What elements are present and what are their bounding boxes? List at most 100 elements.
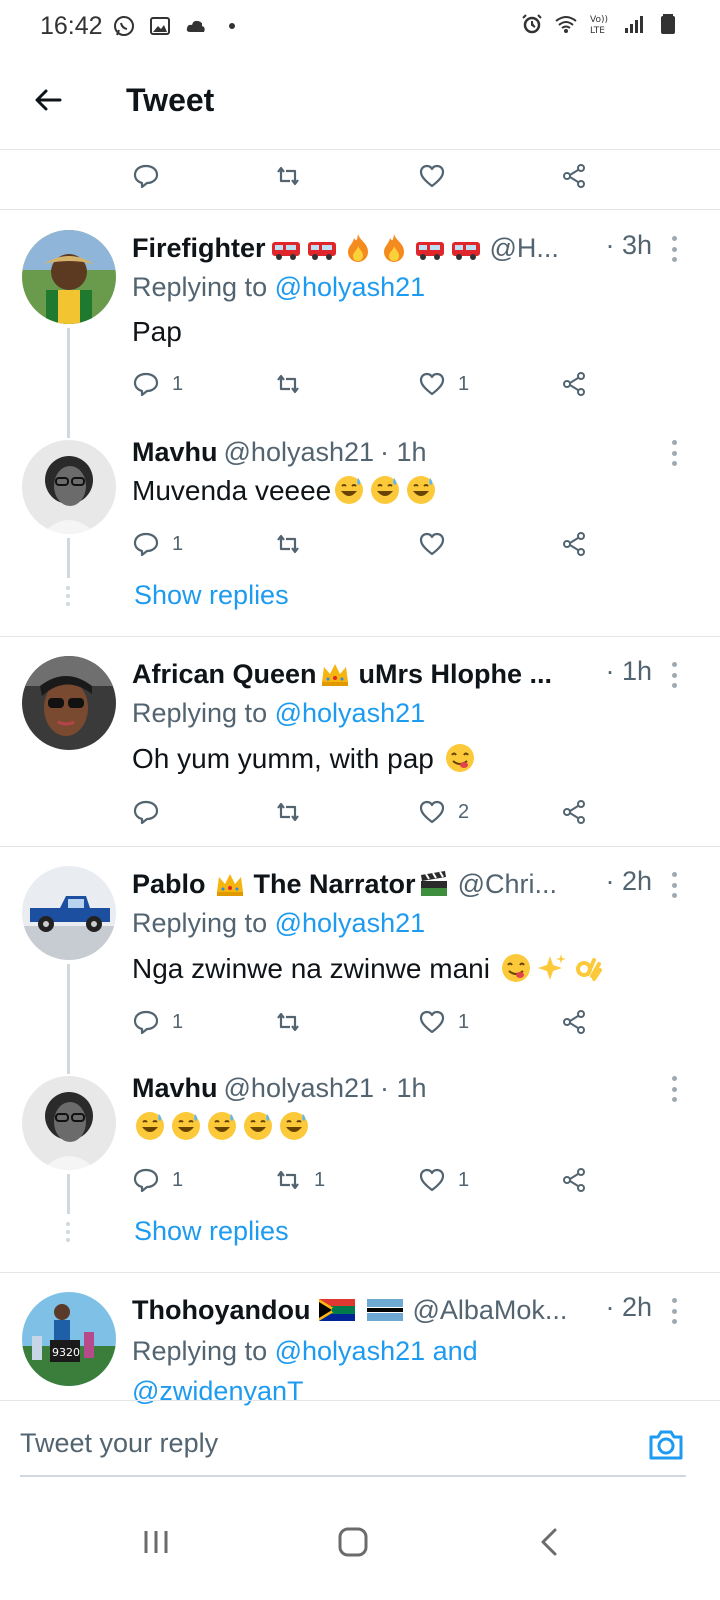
avatar-mavhu[interactable] bbox=[22, 440, 116, 534]
more-options-button[interactable] bbox=[664, 870, 684, 900]
avatar-pablo[interactable] bbox=[22, 866, 116, 960]
divider bbox=[0, 846, 720, 847]
share-button[interactable] bbox=[560, 792, 588, 832]
tweet-text: Pap bbox=[132, 316, 182, 347]
tweet-header: Firefighter @H... bbox=[132, 230, 602, 266]
more-dots-icon bbox=[671, 236, 677, 241]
retweet-button[interactable] bbox=[274, 364, 314, 404]
recent-apps-icon bbox=[144, 1531, 168, 1553]
reply-button[interactable] bbox=[132, 156, 160, 196]
avatar-firefighter[interactable] bbox=[22, 230, 116, 324]
replying-to: Replying to @holyash21 bbox=[132, 908, 426, 938]
alarm-icon bbox=[522, 14, 542, 34]
replies-feed[interactable]: Firefighter @H... · 3h Replying to @holy… bbox=[0, 150, 720, 1428]
more-options-button[interactable] bbox=[664, 438, 684, 468]
like-button[interactable] bbox=[418, 524, 458, 564]
like-button[interactable]: 1 bbox=[418, 1002, 469, 1042]
retweet-icon bbox=[277, 166, 299, 186]
like-button[interactable]: 1 bbox=[418, 364, 469, 404]
reply-button[interactable]: 1 bbox=[132, 1002, 183, 1042]
mention-link[interactable]: @holyash21 bbox=[275, 908, 426, 938]
heart-icon bbox=[419, 164, 445, 188]
mention-link[interactable]: @holyash21 and bbox=[275, 1336, 478, 1366]
tweet-text: Nga zwinwe na zwinwe mani bbox=[132, 952, 606, 985]
reply-button[interactable]: 1 bbox=[132, 1160, 183, 1200]
camera-icon bbox=[649, 1430, 683, 1460]
reply-button[interactable]: 1 bbox=[132, 364, 183, 404]
avatar-african-queen[interactable] bbox=[22, 656, 116, 750]
tweet-author-name[interactable]: Thohoyandou bbox=[132, 1295, 310, 1326]
back-button[interactable] bbox=[28, 80, 68, 120]
avatar-thohoyandou[interactable]: 9320 bbox=[22, 1292, 116, 1386]
more-options-button[interactable] bbox=[664, 234, 684, 264]
retweet-button[interactable] bbox=[274, 792, 314, 832]
heart-icon bbox=[419, 800, 445, 824]
thread-line bbox=[67, 964, 70, 1074]
home-button[interactable] bbox=[323, 1512, 383, 1572]
like-button[interactable]: 2 bbox=[418, 792, 469, 832]
tweet-text bbox=[132, 1110, 312, 1143]
mention-link[interactable]: @holyash21 bbox=[275, 272, 426, 302]
share-button[interactable] bbox=[560, 1002, 588, 1042]
more-dots-icon bbox=[671, 662, 677, 667]
reply-button[interactable]: 1 bbox=[132, 524, 183, 564]
share-icon bbox=[563, 372, 585, 396]
retweet-button[interactable] bbox=[274, 524, 314, 564]
replying-to: Replying to @holyash21 and bbox=[132, 1336, 478, 1366]
share-button[interactable] bbox=[560, 156, 588, 196]
top-app-bar: Tweet bbox=[0, 56, 720, 150]
recent-apps-button[interactable] bbox=[126, 1512, 186, 1572]
gallery-icon bbox=[150, 17, 170, 35]
camera-button[interactable] bbox=[646, 1425, 686, 1465]
retweet-button[interactable] bbox=[274, 156, 302, 196]
status-bar: 16:42 Vo)) LTE bbox=[0, 0, 720, 56]
tweet-author-name[interactable]: Mavhu bbox=[132, 1073, 218, 1104]
tweet-author-handle: @Chri... bbox=[457, 868, 557, 899]
replying-to: Replying to @holyash21 bbox=[132, 698, 426, 728]
like-button[interactable]: 1 bbox=[418, 1160, 469, 1200]
mention-link[interactable]: @holyash21 bbox=[275, 698, 426, 728]
like-button[interactable] bbox=[418, 156, 446, 196]
chevron-left-icon bbox=[541, 1528, 557, 1556]
tweet-header: Thohoyandou @AlbaMok... bbox=[132, 1292, 602, 1328]
more-dots-icon bbox=[671, 872, 677, 877]
avatar-mavhu[interactable] bbox=[22, 1076, 116, 1170]
share-icon bbox=[563, 1168, 585, 1192]
show-replies-link[interactable]: Show replies bbox=[134, 580, 289, 611]
author-emojis bbox=[268, 232, 484, 265]
sweat-smile-emoji bbox=[335, 476, 364, 504]
ok-hand-emoji bbox=[575, 958, 602, 981]
reply-count: 1 bbox=[172, 372, 184, 395]
tweet-author-name[interactable]: Mavhu bbox=[132, 437, 218, 468]
show-replies-link[interactable]: Show replies bbox=[134, 1216, 289, 1247]
cloud-icon bbox=[186, 20, 205, 32]
retweet-button[interactable] bbox=[274, 1002, 314, 1042]
arrow-left-icon bbox=[35, 89, 62, 111]
retweet-icon bbox=[277, 1170, 299, 1190]
share-button[interactable] bbox=[560, 1160, 588, 1200]
tweet-author-name[interactable]: Pablo bbox=[132, 869, 206, 900]
more-options-button[interactable] bbox=[664, 1074, 684, 1104]
tweet-author-name[interactable]: African Queen bbox=[132, 659, 317, 690]
fire-engine-emoji bbox=[307, 241, 336, 260]
more-options-button[interactable] bbox=[664, 660, 684, 690]
tweet-actions: 1 bbox=[132, 524, 612, 564]
more-options-button[interactable] bbox=[664, 1296, 684, 1326]
sweat-smile-emoji bbox=[172, 1112, 200, 1140]
reply-button[interactable] bbox=[132, 792, 172, 832]
heart-icon bbox=[419, 372, 445, 396]
reply-icon bbox=[133, 372, 159, 397]
retweet-button[interactable]: 1 bbox=[274, 1160, 325, 1200]
tweet-author-name[interactable]: Firefighter bbox=[132, 233, 266, 264]
main-tweet-actions bbox=[132, 156, 612, 196]
nav-back-button[interactable] bbox=[520, 1512, 580, 1572]
share-icon bbox=[563, 164, 585, 188]
more-dots-icon bbox=[671, 1076, 677, 1081]
dot-icon bbox=[229, 23, 235, 29]
share-button[interactable] bbox=[560, 364, 588, 404]
reply-input[interactable] bbox=[20, 1423, 580, 1463]
thread-dots bbox=[65, 1222, 71, 1246]
whatsapp-icon bbox=[114, 16, 134, 36]
share-button[interactable] bbox=[560, 524, 588, 564]
retweet-icon bbox=[277, 534, 299, 554]
